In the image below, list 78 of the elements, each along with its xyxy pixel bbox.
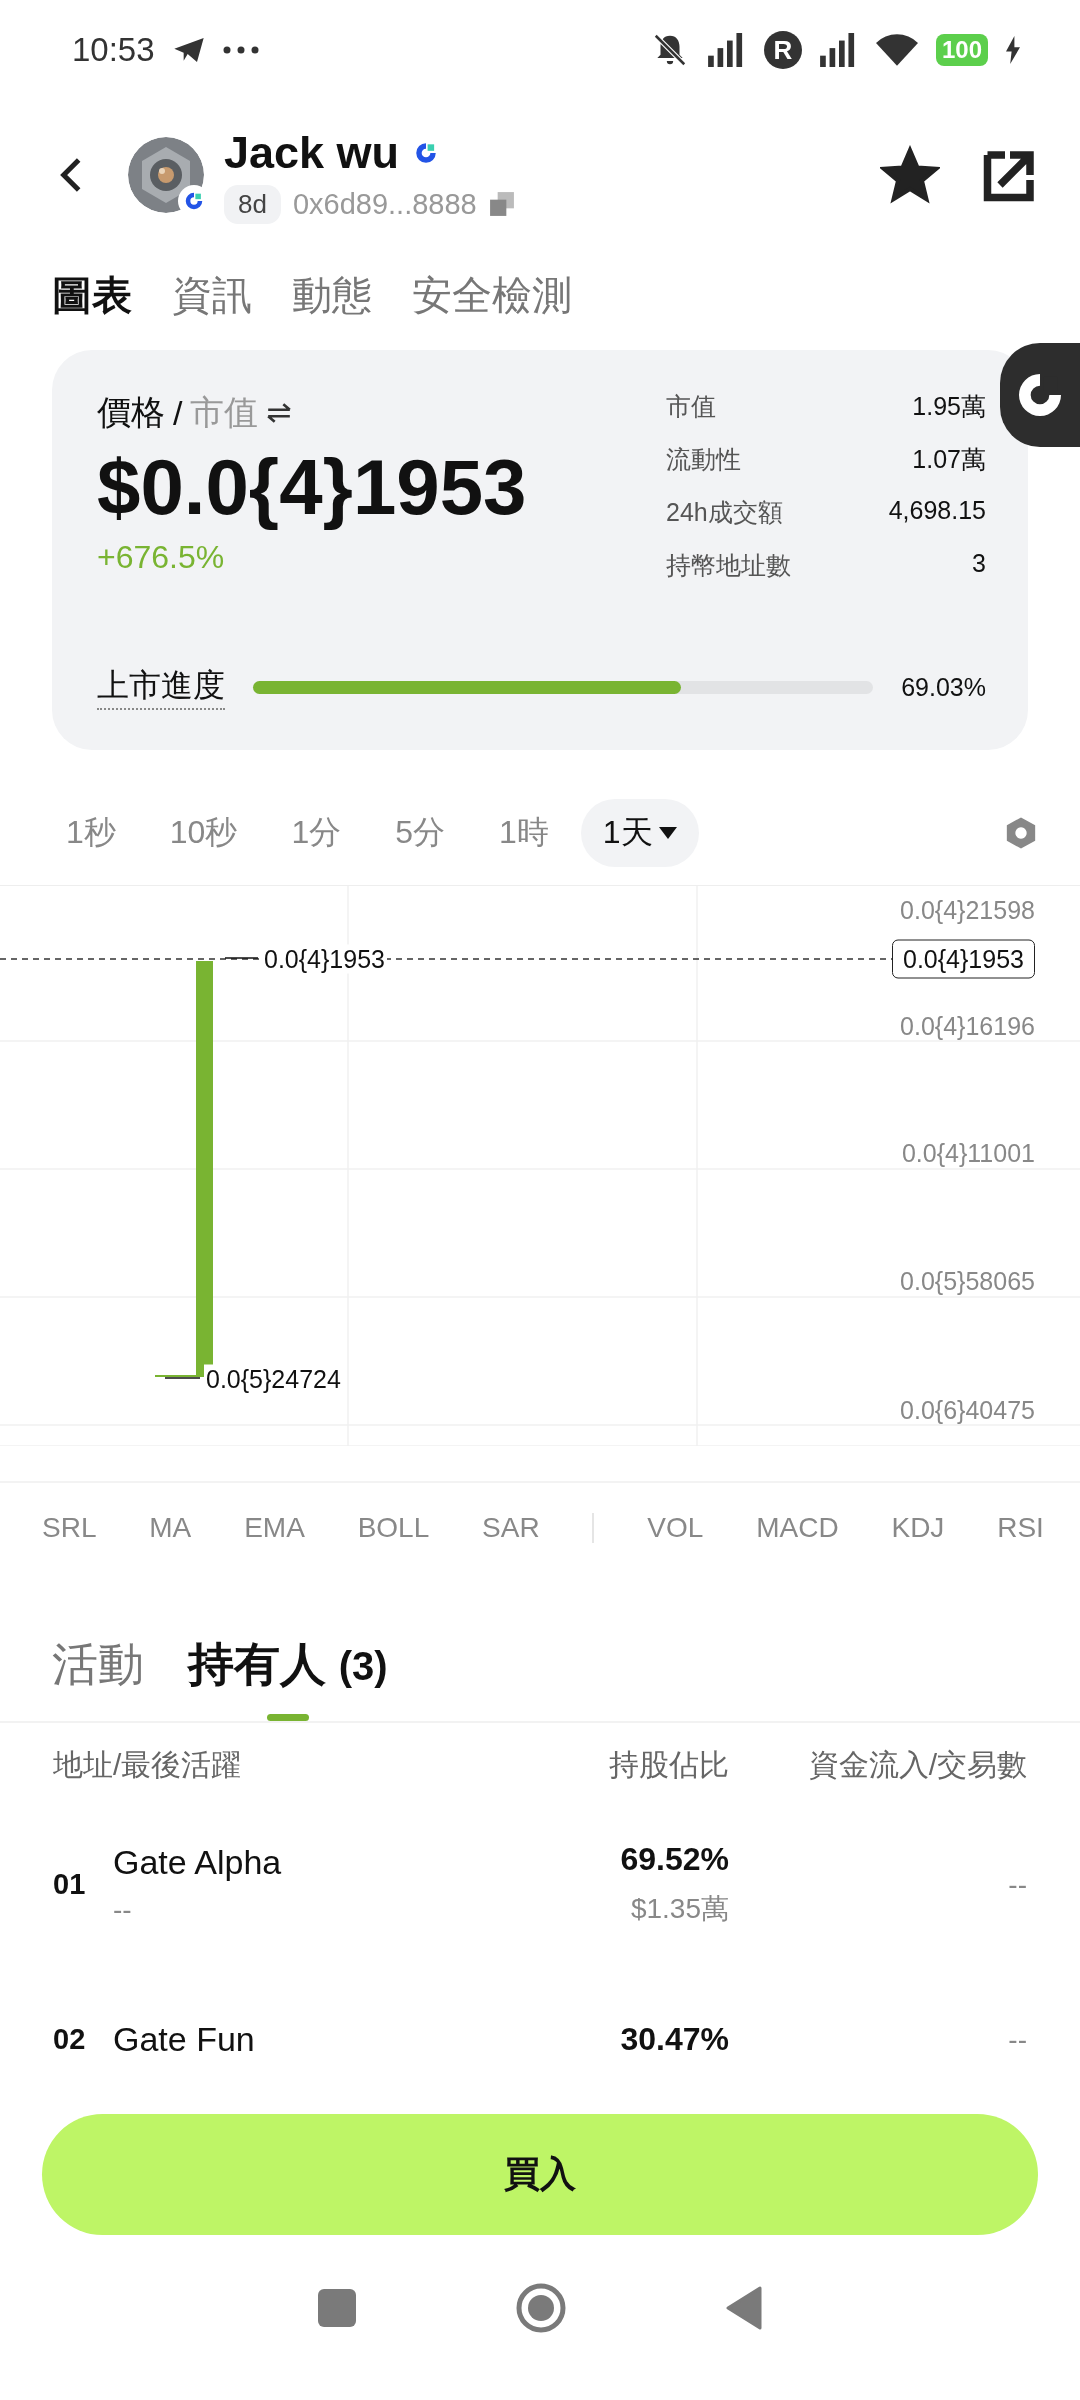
indicator-tab[interactable]: EMA <box>244 1512 305 1544</box>
caret-icon <box>658 827 677 839</box>
tab[interactable]: 動態 <box>292 267 372 323</box>
paper-plane-icon <box>172 36 205 64</box>
swap-icon[interactable] <box>266 402 293 424</box>
stat-value: 1.95萬 <box>911 391 986 422</box>
timeframe-tab[interactable]: 1時 <box>477 799 571 867</box>
progress-label: 上市進度 <box>97 664 225 710</box>
axis-label: 0.0{4}16196 <box>900 1011 1035 1041</box>
axis-label: 0.0{5}58065 <box>900 1266 1035 1296</box>
leader-line <box>224 957 259 959</box>
holding-share: 30.47% <box>620 2021 729 2058</box>
timeframe-tab[interactable]: 1分 <box>269 799 364 867</box>
holding-share: 69.52% <box>620 1841 729 1878</box>
tab[interactable]: 安全檢測 <box>412 267 572 323</box>
star-icon[interactable] <box>880 145 940 205</box>
more-icon <box>222 46 259 54</box>
indicator-tab[interactable]: SAR <box>482 1512 540 1544</box>
indicator-tab[interactable]: SRL <box>42 1512 97 1544</box>
market-cap-label[interactable]: 市值 <box>190 390 259 436</box>
last-active: -- <box>113 1894 133 1926</box>
holding-value: $1.35萬 <box>630 1892 729 1926</box>
stat-value: 1.07萬 <box>911 444 986 475</box>
rank: 01 <box>53 1868 87 1901</box>
tab[interactable]: 圖表 <box>52 267 132 323</box>
stat-label: 流動性 <box>666 444 742 475</box>
hexagon-settings-icon[interactable] <box>1004 816 1038 850</box>
price-change: +676.5% <box>97 539 226 576</box>
indicator-tab[interactable]: VOL <box>647 1512 704 1544</box>
section-tab[interactable]: 持有人 (3) <box>188 1602 388 1721</box>
high-label: 0.0{4}1953 <box>262 944 387 974</box>
stat-label: 持幣地址數 <box>666 550 792 581</box>
contract-address: 0x6d89...8888 <box>292 187 477 221</box>
axis-label: 0.0{4}11001 <box>901 1138 1035 1168</box>
stat-value: 4,698.15 <box>887 496 986 526</box>
recents-icon[interactable] <box>318 2288 356 2327</box>
fund-flow: -- <box>1007 1868 1027 1901</box>
tab[interactable]: 資訊 <box>172 267 252 323</box>
current-price-tag: 0.0{4}1953 <box>892 939 1035 979</box>
column-header: 資金流入/交易數 <box>807 1746 1027 1783</box>
home-icon[interactable] <box>516 2282 566 2333</box>
column-header: 持股佔比 <box>608 1746 729 1783</box>
timeframe-tab[interactable]: 1天 <box>580 799 699 867</box>
age-tag: 8d <box>224 184 281 224</box>
timeframe-tab[interactable]: 1秒 <box>44 799 138 867</box>
indicator-tab[interactable]: BOLL <box>357 1512 430 1544</box>
price-label[interactable]: 價格 <box>97 390 165 436</box>
wifi-icon <box>875 34 918 66</box>
column-header: 地址/最後活躍 <box>53 1746 243 1783</box>
battery-level: 100 <box>935 34 988 66</box>
indicator-tab[interactable]: KDJ <box>891 1512 945 1544</box>
floating-button[interactable] <box>1000 343 1080 447</box>
section-tab[interactable]: 活動 <box>52 1602 144 1721</box>
low-label: 0.0{5}24724 <box>204 1364 343 1394</box>
stat-label: 24h成交額 <box>666 497 784 528</box>
sim-badge: R <box>763 31 802 69</box>
token-name: Jack wu <box>224 126 400 179</box>
fund-flow: -- <box>1007 2023 1027 2056</box>
timeframe-tab[interactable]: 5分 <box>373 799 467 867</box>
holder-name: Gate Alpha <box>113 1843 283 1882</box>
stat-value: 3 <box>971 549 986 579</box>
copy-icon[interactable] <box>488 191 515 217</box>
rank: 02 <box>53 2023 87 2056</box>
price: $0.0{4}1953 <box>97 442 527 533</box>
indicator-tab[interactable]: RSI <box>997 1512 1044 1544</box>
indicator-tab[interactable]: MACD <box>756 1512 839 1544</box>
leader-line <box>164 1377 201 1379</box>
indicator-tab[interactable]: MA <box>149 1512 192 1544</box>
separator: / <box>173 393 183 433</box>
progress-reading: 69.03% <box>901 672 986 702</box>
charging-icon <box>1006 35 1020 65</box>
stat-label: 市值 <box>666 391 717 422</box>
timeframe-tab[interactable]: 10秒 <box>147 799 260 867</box>
buy-button[interactable]: 買入 <box>42 2114 1038 2235</box>
axis-label: 0.0{4}21598 <box>900 895 1035 925</box>
status-time: 10:53 <box>72 31 155 69</box>
axis-label: 0.0{6}40475 <box>900 1395 1035 1425</box>
holder-name: Gate Fun <box>113 2020 256 2059</box>
